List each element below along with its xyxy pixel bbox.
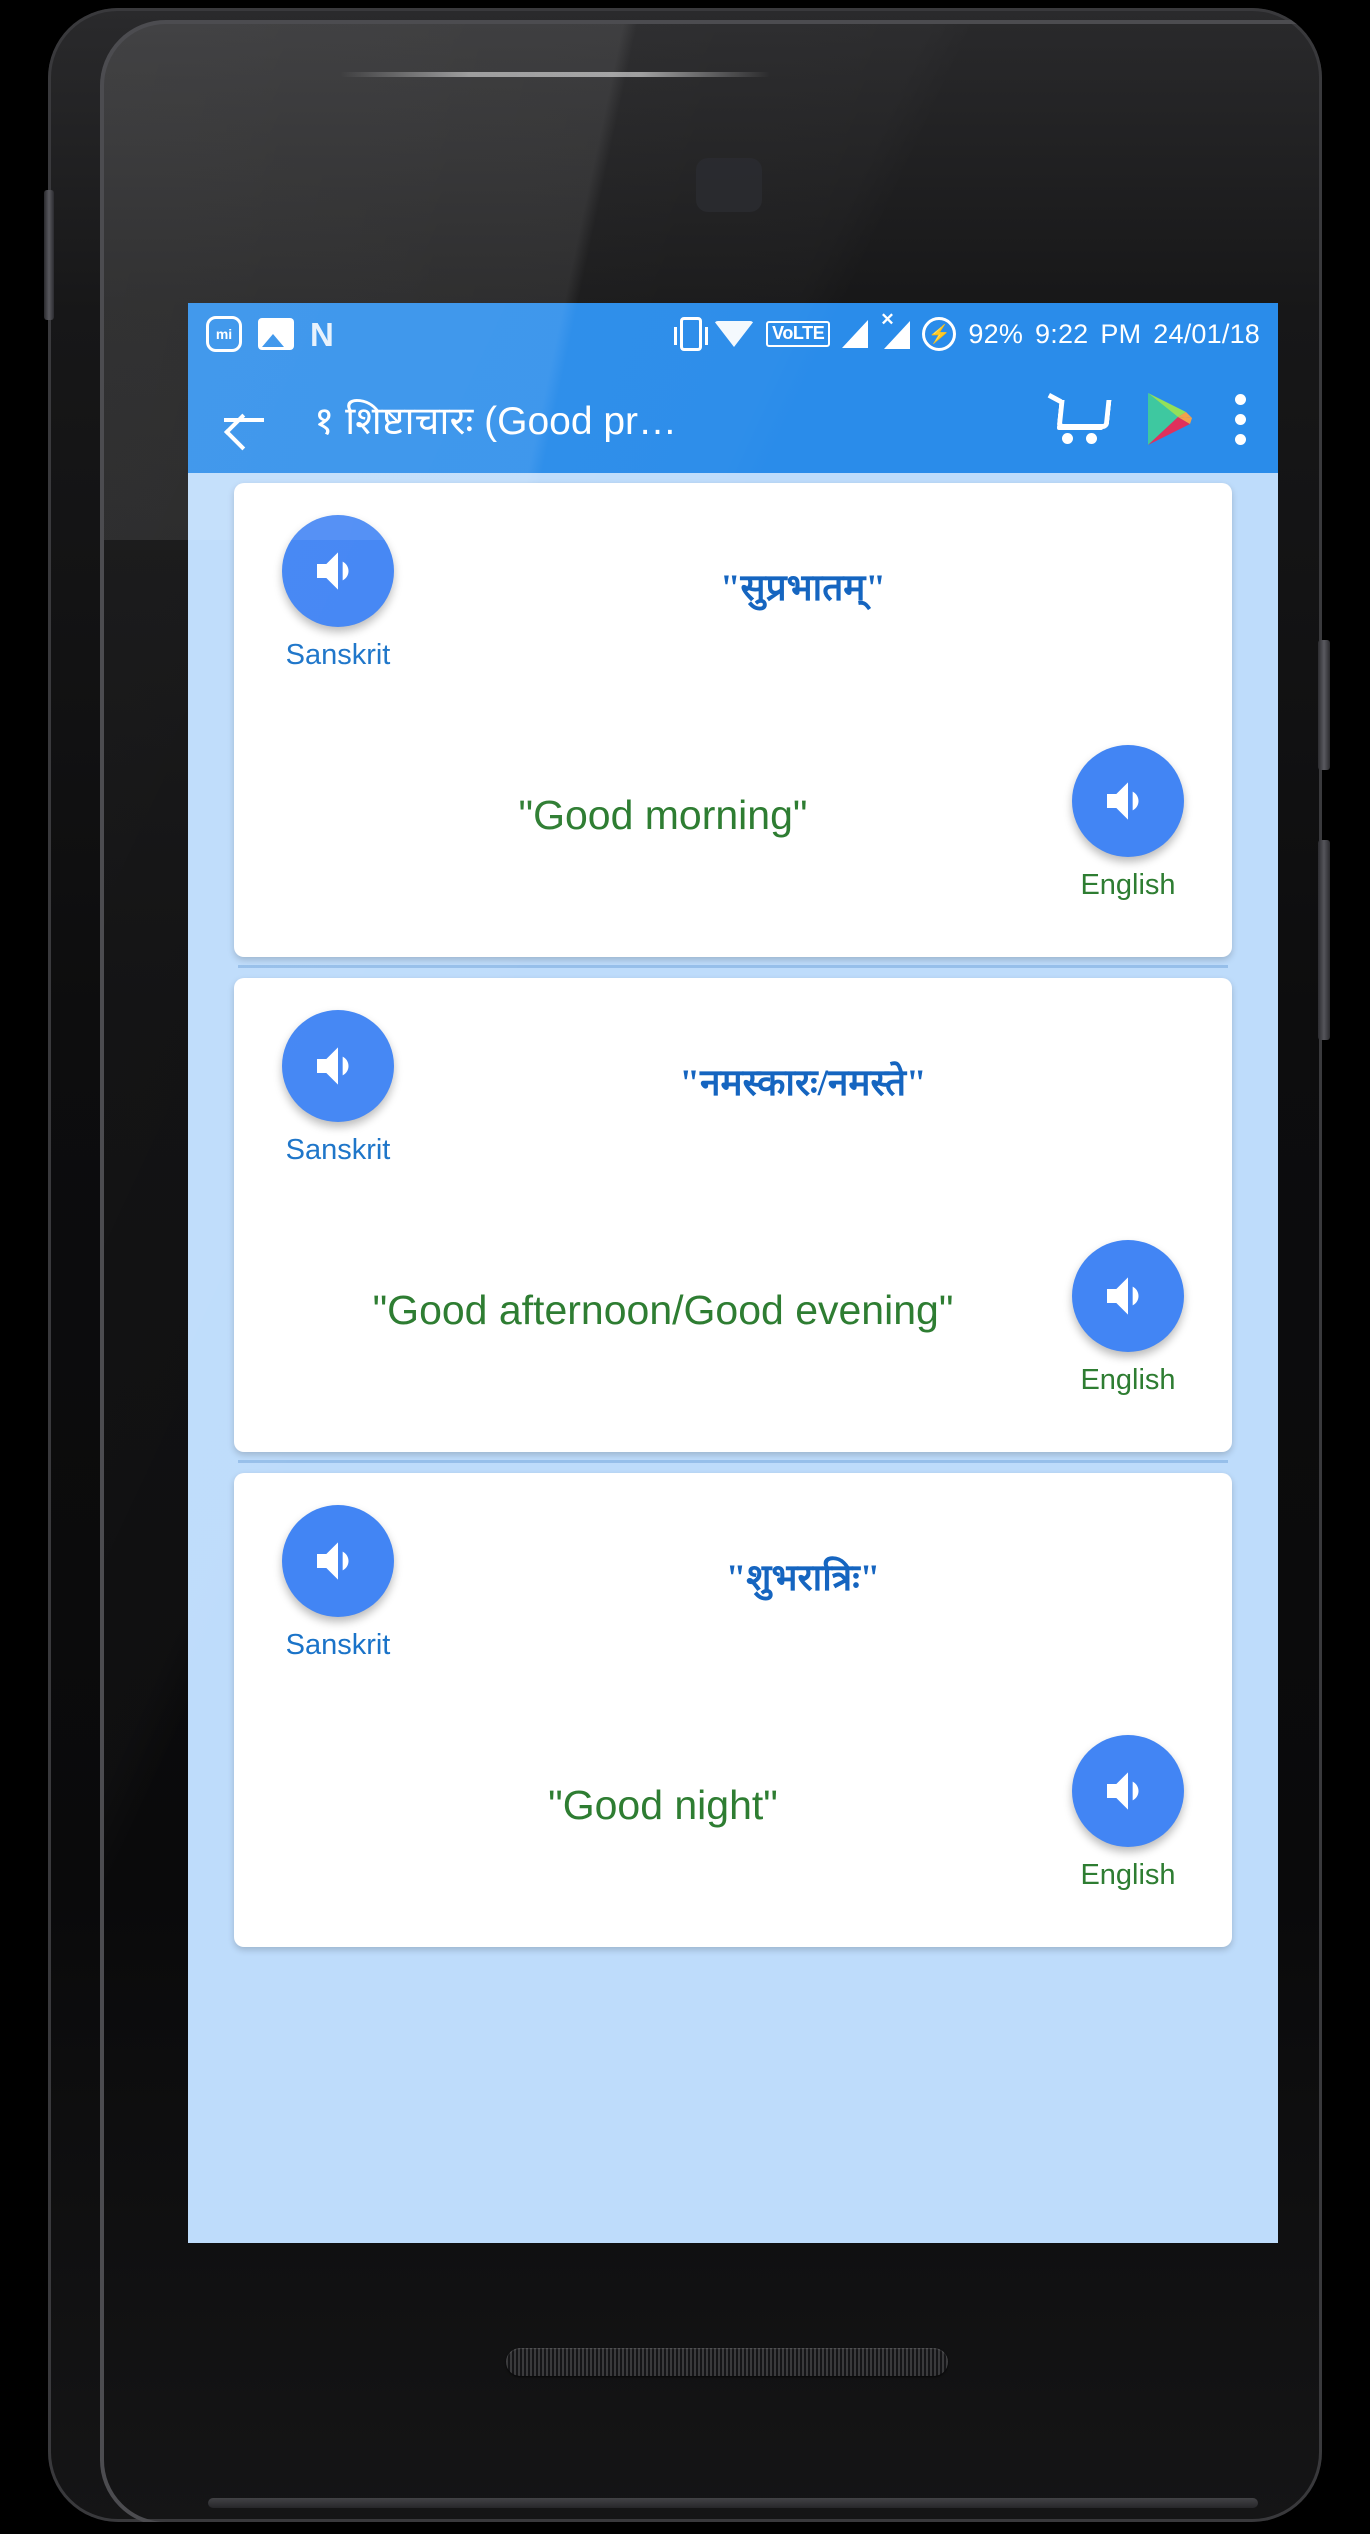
vibrate-icon: [674, 317, 709, 351]
clock-time: 9:22: [1035, 318, 1089, 349]
google-play-icon[interactable]: [1144, 391, 1194, 447]
sanskrit-language-label: Sanskrit: [285, 1629, 391, 1661]
speaker-icon[interactable]: [282, 515, 394, 627]
card-divider: [238, 1460, 1228, 1463]
english-row: "Good afternoon/Good evening" English: [234, 1212, 1232, 1452]
english-row: "Good night" English: [234, 1707, 1232, 1947]
mi-icon: [206, 316, 242, 352]
speaker-icon[interactable]: [282, 1505, 394, 1617]
app-toolbar: १ शिष्टाचारः (Good pr…: [188, 365, 1278, 473]
sanskrit-speaker-group: Sanskrit: [268, 1010, 408, 1167]
screenshot-stage: N VoLTE 92% 9:22 PM 24/01/18: [0, 0, 1370, 2534]
status-bar-left-icons: N: [206, 316, 334, 352]
battery-percent: 92%: [968, 318, 1024, 349]
english-phrase: "Good afternoon/Good evening": [372, 1286, 954, 1333]
phrase-card[interactable]: Sanskrit "शुभरात्रिः" "Good night" Engli…: [234, 1473, 1232, 1947]
speaker-icon[interactable]: [1072, 745, 1184, 857]
sanskrit-speaker-group: Sanskrit: [268, 1505, 408, 1662]
phone-screen: N VoLTE 92% 9:22 PM 24/01/18: [188, 303, 1278, 2243]
sanskrit-phrase: "सुप्रभातम्": [720, 567, 886, 609]
battery-charging-icon: [922, 317, 957, 351]
sanskrit-phrase: "शुभरात्रिः": [725, 1557, 881, 1599]
status-bar-date: 24/01/18: [1153, 318, 1260, 349]
bottom-bezel-edge: [208, 2498, 1258, 2508]
sanskrit-row: Sanskrit "नमस्कारः/नमस्ते": [234, 978, 1232, 1212]
card-divider: [238, 965, 1228, 968]
english-speaker-group: English: [1058, 745, 1198, 902]
overflow-menu-icon[interactable]: [1234, 393, 1246, 445]
sanskrit-phrase: "नमस्कारः/नमस्ते": [679, 1062, 927, 1104]
english-language-label: English: [1080, 1364, 1176, 1396]
proximity-sensor: [696, 158, 762, 212]
volte-badge: VoLTE: [766, 321, 831, 347]
toolbar-actions: [1047, 391, 1246, 447]
sanskrit-language-label: Sanskrit: [285, 639, 391, 671]
phrase-card[interactable]: Sanskrit "नमस्कारः/नमस्ते" "Good afterno…: [234, 978, 1232, 1452]
left-side-button[interactable]: [44, 190, 54, 320]
sanskrit-row: Sanskrit "शुभरात्रिः": [234, 1473, 1232, 1707]
status-bar-right-icons: VoLTE 92% 9:22 PM 24/01/18: [674, 310, 1260, 351]
english-speaker-group: English: [1058, 1735, 1198, 1892]
volume-button[interactable]: [1318, 840, 1330, 1040]
english-language-label: English: [1080, 1859, 1176, 1891]
status-bar: N VoLTE 92% 9:22 PM 24/01/18: [188, 303, 1278, 365]
signal-icon: [842, 320, 869, 348]
bottom-speaker-grille: [506, 2348, 948, 2376]
phone-body: N VoLTE 92% 9:22 PM 24/01/18: [48, 8, 1322, 2522]
nougat-n-icon: N: [310, 315, 334, 353]
cart-icon[interactable]: [1047, 393, 1112, 444]
english-speaker-group: English: [1058, 1240, 1198, 1397]
speaker-icon[interactable]: [1072, 1240, 1184, 1352]
signal-no-service-icon: [880, 310, 911, 349]
page-title: १ शिष्टाचारः (Good pr…: [314, 399, 678, 443]
power-button[interactable]: [1318, 640, 1330, 770]
speaker-icon[interactable]: [282, 1010, 394, 1122]
english-phrase: "Good morning": [518, 791, 808, 838]
english-language-label: English: [1080, 869, 1176, 901]
sanskrit-language-label: Sanskrit: [285, 1134, 391, 1166]
gallery-icon: [258, 318, 294, 350]
english-row: "Good morning" English: [234, 717, 1232, 957]
sanskrit-speaker-group: Sanskrit: [268, 515, 408, 672]
sanskrit-row: Sanskrit "सुप्रभातम्": [234, 483, 1232, 717]
wifi-icon: [714, 321, 755, 347]
phrase-card[interactable]: Sanskrit "सुप्रभातम्" "Good morning" Eng…: [234, 483, 1232, 957]
clock-meridiem: PM: [1100, 318, 1142, 349]
back-arrow-icon[interactable]: [212, 388, 274, 450]
speaker-icon[interactable]: [1072, 1735, 1184, 1847]
phrase-list[interactable]: Sanskrit "सुप्रभातम्" "Good morning" Eng…: [188, 473, 1278, 2243]
english-phrase: "Good night": [548, 1781, 778, 1828]
